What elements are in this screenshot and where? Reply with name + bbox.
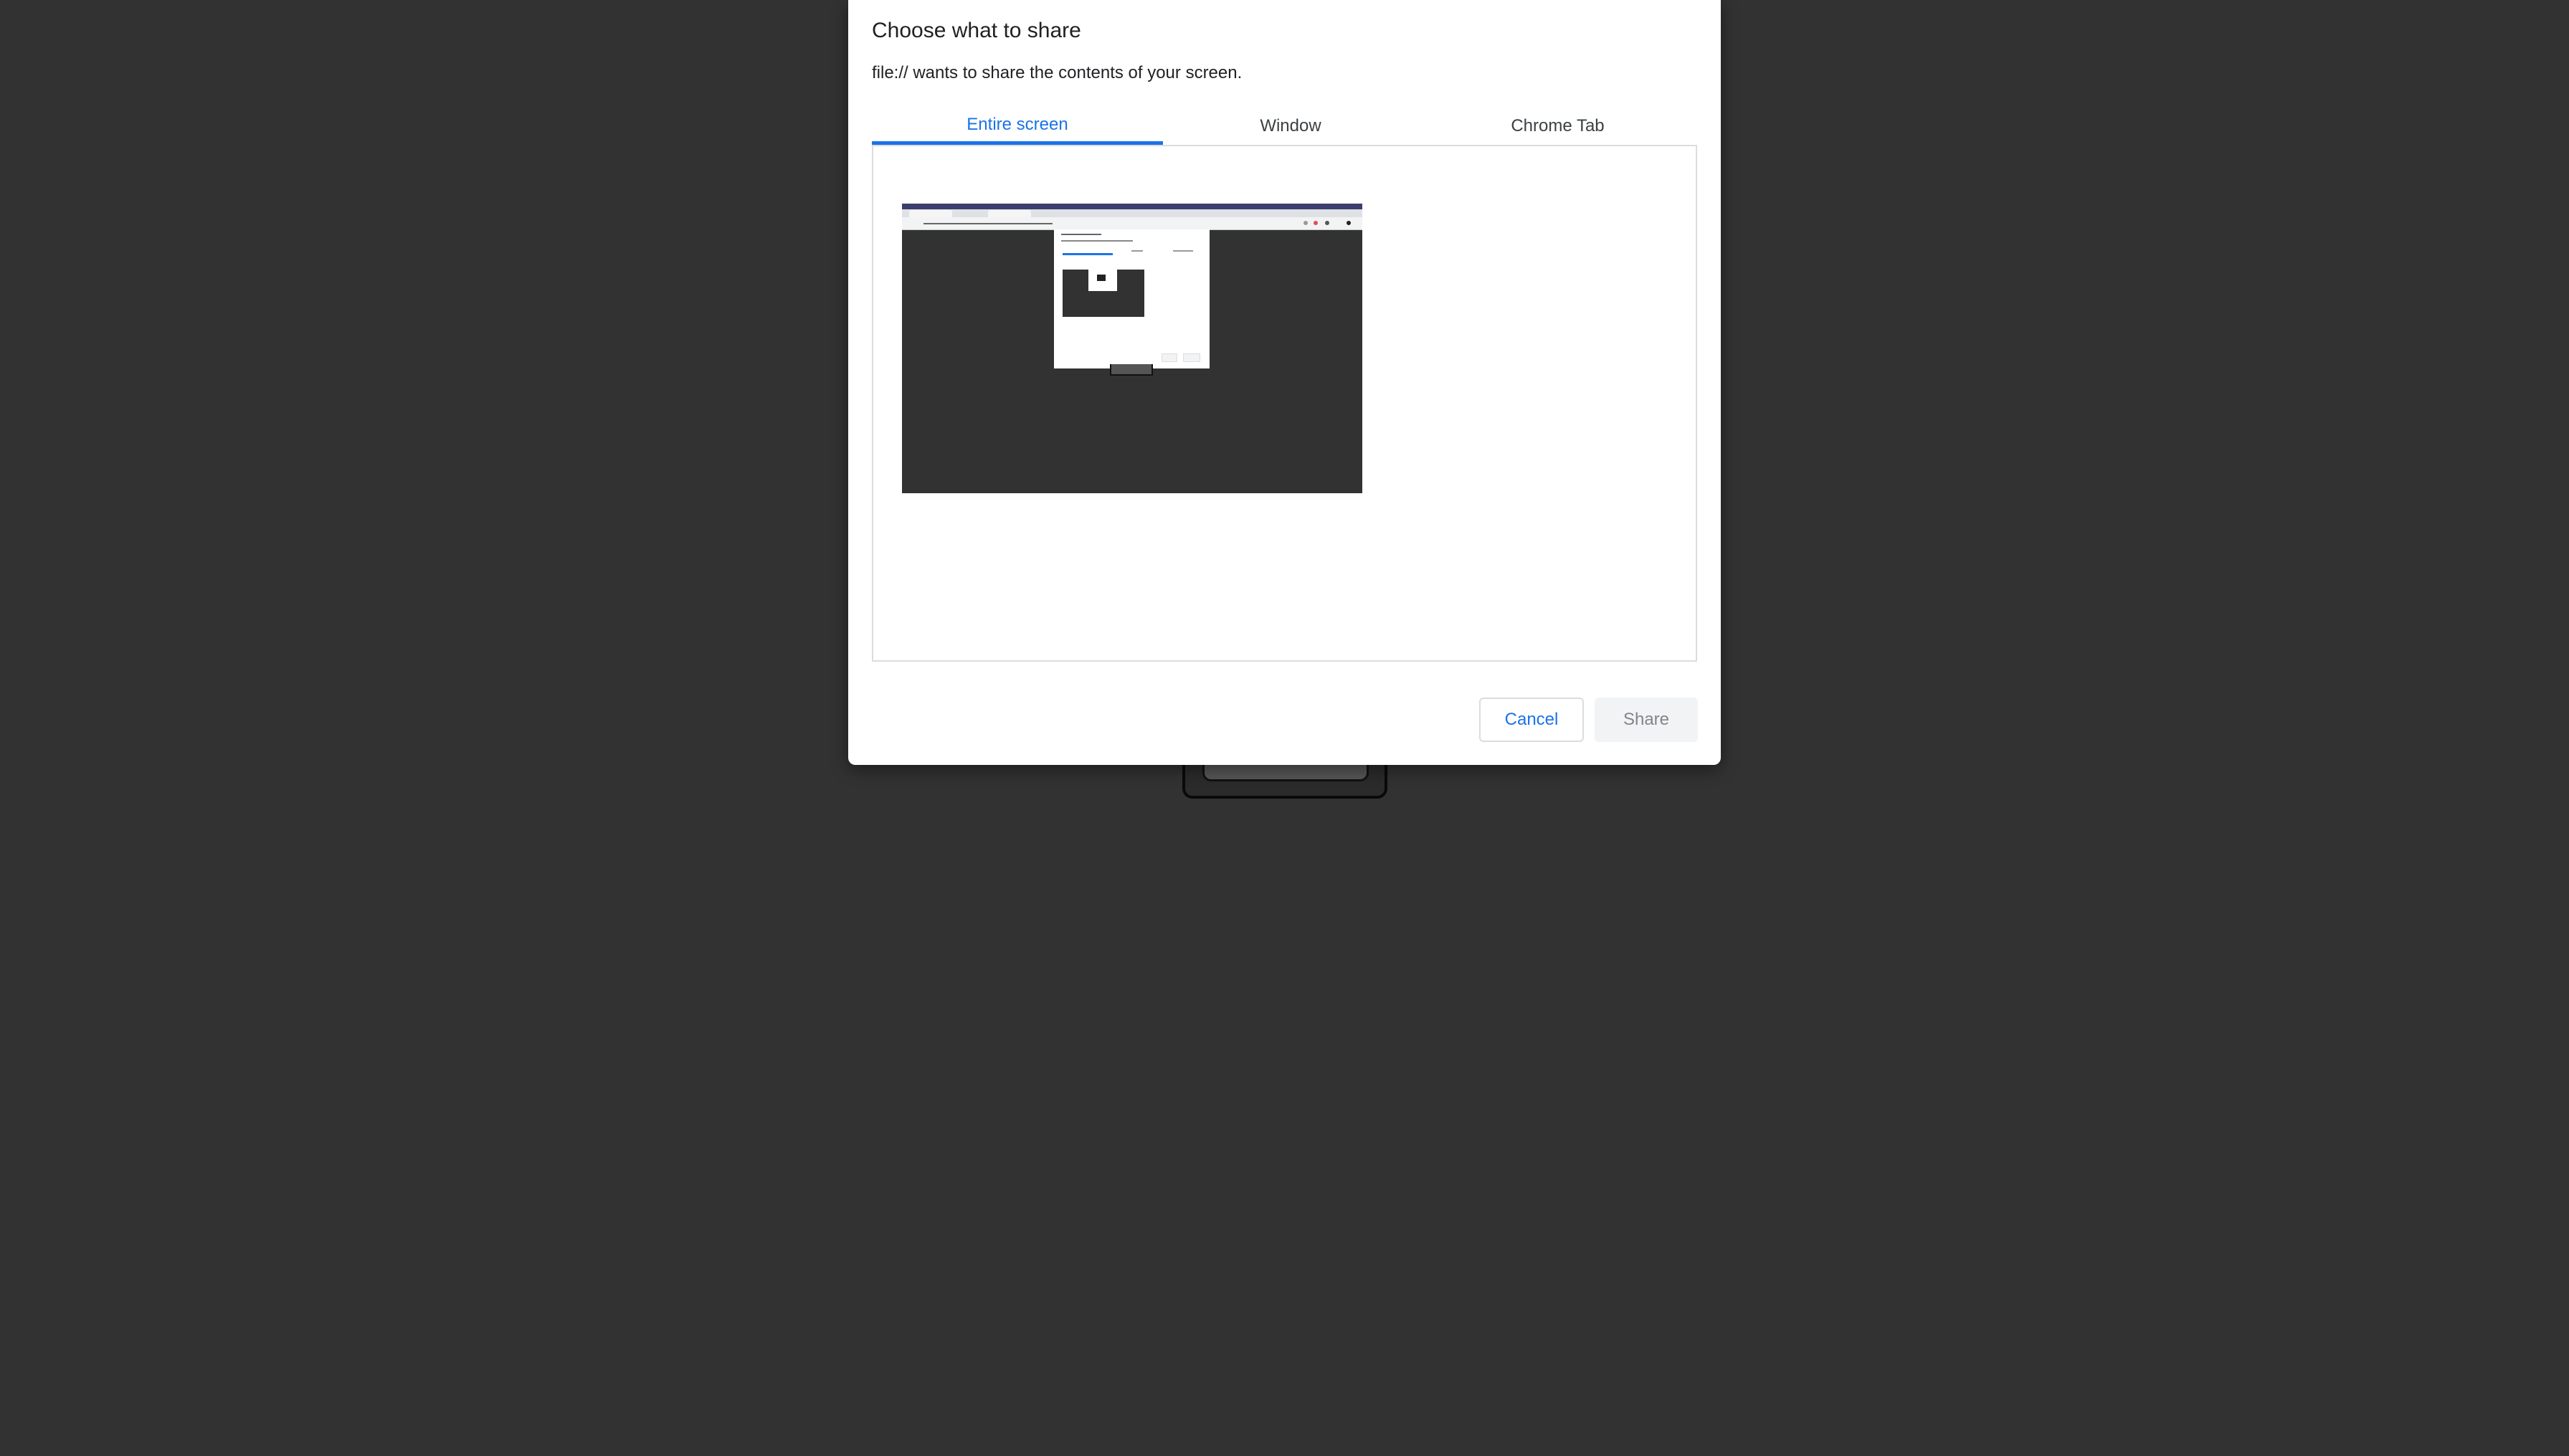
thumbnail-toolbar-icon bbox=[1314, 221, 1318, 225]
thumbnail-dialog-subtitle bbox=[1061, 240, 1133, 242]
thumbnail-browser-tab bbox=[909, 210, 952, 217]
cancel-button[interactable]: Cancel bbox=[1479, 698, 1584, 742]
thumbnail-dialog-title bbox=[1061, 234, 1101, 235]
thumbnail-active-tab bbox=[1063, 253, 1113, 255]
dialog-title: Choose what to share bbox=[872, 19, 1081, 42]
thumbnail-address-text bbox=[923, 223, 1053, 224]
thumbnail-browser-tab bbox=[988, 210, 1031, 217]
thumbnail-nested-screen bbox=[1063, 270, 1144, 317]
dialog-subtitle: file:// wants to share the contents of y… bbox=[872, 63, 1243, 82]
share-source-tabs: Entire screen Window Chrome Tab bbox=[872, 108, 1697, 145]
thumbnail-share bbox=[1183, 353, 1200, 362]
thumbnail-menubar bbox=[902, 204, 1362, 209]
share-dialog: Choose what to share file:// wants to sh… bbox=[848, 0, 1721, 765]
share-button[interactable]: Share bbox=[1595, 698, 1698, 742]
tab-window[interactable]: Window bbox=[1163, 108, 1418, 145]
thumbnail-toolbar-icon bbox=[1325, 221, 1329, 225]
source-list-panel bbox=[872, 145, 1697, 662]
thumbnail-nested-preview bbox=[1097, 275, 1106, 281]
thumbnail-background-window bbox=[1110, 364, 1153, 376]
tab-chrome-tab[interactable]: Chrome Tab bbox=[1418, 108, 1697, 145]
entire-screen-thumbnail[interactable] bbox=[902, 204, 1362, 493]
tab-entire-screen[interactable]: Entire screen bbox=[872, 108, 1163, 145]
thumbnail-dialog bbox=[1054, 229, 1210, 368]
thumbnail-avatar-icon bbox=[1347, 221, 1351, 225]
thumbnail-cancel bbox=[1162, 353, 1177, 362]
thumbnail-tab-label bbox=[1173, 250, 1193, 252]
thumbnail-tabbar bbox=[902, 209, 1362, 217]
thumbnail-nested-dialog bbox=[1088, 270, 1117, 291]
thumbnail-tab-label bbox=[1131, 250, 1143, 252]
thumbnail-toolbar-icon bbox=[1304, 221, 1308, 225]
